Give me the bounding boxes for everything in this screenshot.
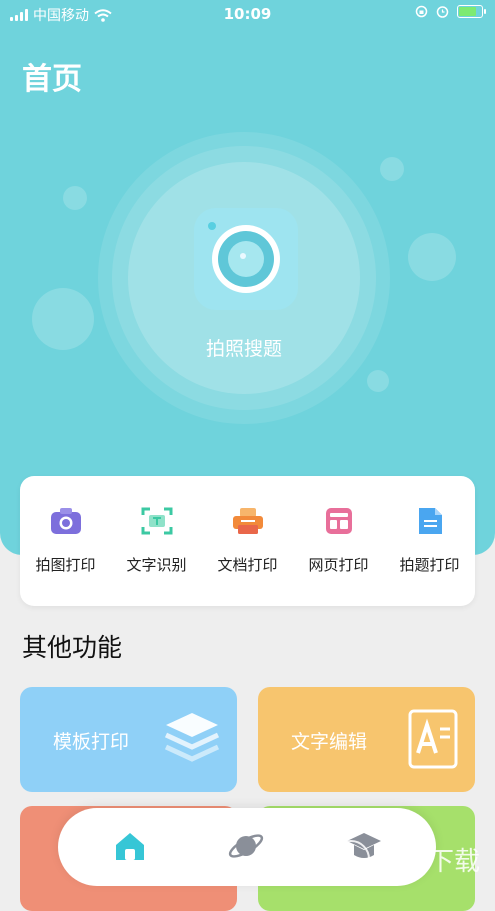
decor-bubble	[32, 288, 94, 350]
layers-icon	[164, 713, 220, 762]
photo-search-label: 拍照搜题	[205, 338, 282, 360]
decor-bubble	[380, 157, 404, 181]
feature-label: 文字编辑	[291, 731, 368, 753]
rotation-lock-icon	[415, 5, 428, 18]
tool-text-recognition[interactable]: 文字识别	[111, 476, 202, 606]
watermark-logo-icon	[332, 840, 370, 878]
tool-photo-print[interactable]: 拍图打印	[20, 476, 111, 606]
battery-icon	[457, 5, 486, 18]
decor-bubble	[367, 370, 389, 392]
camera-icon	[194, 208, 298, 310]
watermark: 一听下载	[332, 840, 480, 878]
tool-webpage-print[interactable]: 网页打印	[293, 476, 384, 606]
photo-search-button[interactable]: 拍照搜题	[128, 162, 360, 394]
tool-label: 文字识别	[126, 556, 187, 574]
status-icons	[415, 5, 486, 18]
camera-icon	[51, 508, 81, 534]
printer-icon	[233, 508, 263, 534]
text-edit-icon	[408, 709, 458, 769]
nav-home[interactable]	[110, 826, 150, 866]
scan-icon	[141, 507, 173, 535]
planet-icon	[228, 834, 264, 858]
feature-template-print[interactable]: 模板打印	[20, 687, 237, 792]
feature-label: 模板打印	[53, 731, 130, 753]
feature-text-edit[interactable]: 文字编辑	[258, 687, 475, 792]
hero-banner: 中国移动 10:09 首页 拍照搜题	[0, 0, 495, 555]
page-title: 首页	[22, 62, 82, 97]
tool-label: 网页打印	[308, 556, 369, 574]
tool-document-print[interactable]: 文档打印	[202, 476, 293, 606]
document-icon	[419, 508, 442, 534]
tool-question-print[interactable]: 拍题打印	[384, 476, 475, 606]
tool-label: 拍题打印	[399, 556, 460, 574]
nav-discover[interactable]	[226, 826, 266, 866]
home-icon	[116, 833, 144, 860]
alarm-icon	[436, 6, 449, 18]
tool-label: 文档打印	[217, 556, 278, 574]
decor-bubble	[408, 233, 456, 281]
tool-label: 拍图打印	[35, 556, 96, 574]
section-title: 其他功能	[22, 633, 123, 662]
tool-card: 拍图打印 文字识别 文档打印 网页打印 拍题打印	[20, 476, 475, 606]
watermark-text: 一听下载	[376, 846, 481, 877]
webpage-icon	[326, 508, 352, 534]
decor-bubble	[63, 186, 87, 210]
status-bar: 中国移动 10:09	[0, 0, 495, 28]
